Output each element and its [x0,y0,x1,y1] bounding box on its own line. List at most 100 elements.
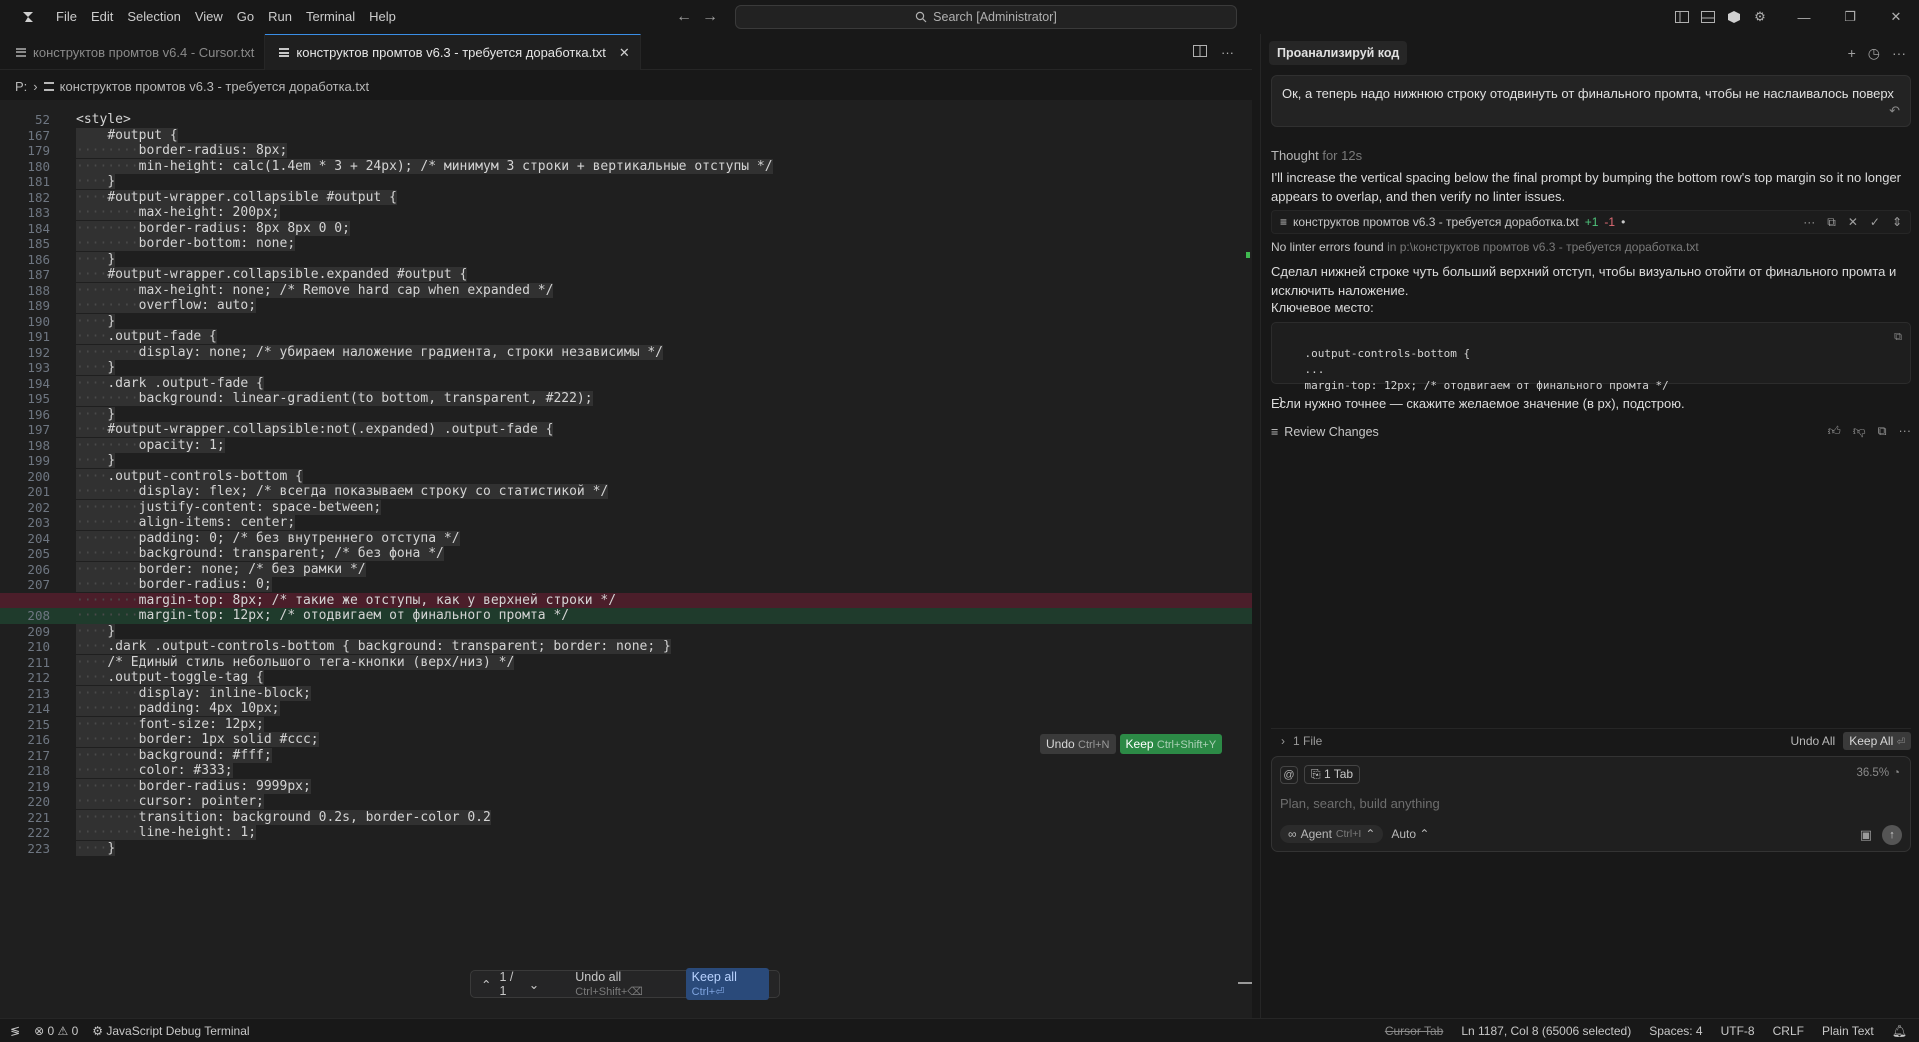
code-line[interactable]: 52 <style> [0,112,1252,128]
added-code-line[interactable]: 208 ········margin-top: 12px; /* отодвига… [0,608,1252,624]
code-line[interactable]: 192 ········display: none; /* убираем нал… [0,344,1252,361]
add-context-at-icon[interactable]: @ [1280,765,1298,784]
code-line[interactable]: 209 ····} [0,623,1252,640]
more-icon[interactable]: ··· [1899,424,1912,439]
code-line[interactable]: 214 ········padding: 4px 10px; [0,701,1252,717]
toggle-primary-sidebar-icon[interactable] [1669,0,1695,34]
code-line[interactable]: 213 ········display: inline-block; [0,685,1252,702]
review-changes-button[interactable]: Review Changes [1284,425,1379,439]
code-line[interactable]: 181 ····} [0,174,1252,190]
copy-icon[interactable]: ⧉ [1878,424,1887,439]
chevron-right-icon[interactable]: › [1281,734,1285,748]
files-count[interactable]: 1 File [1293,734,1322,748]
image-attach-icon[interactable]: ▣ [1860,827,1872,843]
settings-gear-icon[interactable]: ⚙ [1747,0,1773,34]
keep-all-button[interactable]: Keep all Ctrl+⏎ [685,968,769,1000]
thumbs-down-icon[interactable]: 👎︎ [1853,424,1866,439]
undo-all-files-button[interactable]: Undo All [1791,734,1836,748]
send-button[interactable]: ↑ [1882,825,1902,845]
chevron-up-icon[interactable]: ⌃ [481,977,491,992]
code-line[interactable]: 182 ····#output-wrapper.collapsible #outp… [0,189,1252,206]
close-tab-icon[interactable]: ✕ [619,45,630,61]
undo-all-button[interactable]: Undo all Ctrl+Shift+⌫ [575,970,677,998]
more-actions-icon[interactable]: ··· [1892,45,1906,61]
encoding[interactable]: UTF-8 [1721,1024,1755,1038]
menu-edit[interactable]: Edit [84,0,120,34]
code-line[interactable]: 211 ····/* Единый стиль небольшого тега-к… [0,654,1252,671]
code-line[interactable]: 183 ········max-height: 200px; [0,205,1252,221]
reject-icon[interactable]: ✕ [1848,215,1858,230]
code-line[interactable]: 187 ····#output-wrapper.collapsible.expan… [0,267,1252,283]
code-line[interactable]: 167 #output { [0,127,1252,144]
remote-icon[interactable]: ≶ [10,1024,20,1038]
menu-file[interactable]: File [49,0,84,34]
back-arrow-icon[interactable]: ← [676,8,692,26]
thumbs-up-icon[interactable]: 👍︎ [1828,424,1841,439]
toggle-panel-icon[interactable] [1695,0,1721,34]
debug-terminal[interactable]: ⚙ JavaScript Debug Terminal [92,1024,249,1038]
line-endings[interactable]: CRLF [1773,1024,1804,1038]
history-icon[interactable]: ◷ [1868,45,1880,62]
code-line[interactable]: 189 ········overflow: auto; [0,298,1252,314]
user-message[interactable]: Ок, а теперь надо нижнюю строку отодвину… [1271,75,1911,127]
new-chat-icon[interactable]: + [1848,45,1856,61]
language-mode[interactable]: Plain Text [1822,1024,1874,1038]
code-line[interactable]: 220 ········cursor: pointer; [0,794,1252,810]
indentation[interactable]: Spaces: 4 [1649,1024,1702,1038]
code-line[interactable]: 206 ········border: none; /* без рамки */ [0,561,1252,578]
code-line[interactable]: 201 ········display: flex; /* всегда пока… [0,484,1252,500]
code-line[interactable]: 180 ········min-height: calc(1.4em * 3 + … [0,158,1252,175]
keep-all-files-button[interactable]: Keep All ⏎ [1843,731,1911,750]
code-line[interactable]: 193 ····} [0,360,1252,376]
code-line[interactable]: 184 ········border-radius: 8px 8px 0 0; [0,220,1252,237]
breadcrumb-drive[interactable]: P: [15,79,27,94]
code-line[interactable]: 191 ····.output-fade { [0,329,1252,345]
notifications-bell-icon[interactable]: 🔔︎ [1892,1024,1907,1038]
close-window-button[interactable]: ✕ [1873,0,1919,34]
copy-code-icon[interactable]: ⧉ [1894,329,1902,345]
code-line[interactable]: 199 ····} [0,453,1252,469]
cursor-position[interactable]: Ln 1187, Col 8 (65006 selected) [1461,1024,1631,1038]
code-line[interactable]: 188 ········max-height: none; /* Remove h… [0,282,1252,299]
tab-file-v6-4[interactable]: конструктов промтов v6.4 - Cursor.txt [0,34,266,70]
context-tab-chip[interactable]: ⎘ 1 Tab [1304,765,1361,784]
copy-icon[interactable]: ⧉ [1827,215,1836,230]
code-line[interactable]: 186 ····} [0,251,1252,268]
minimize-button[interactable]: — [1781,0,1827,34]
menu-go[interactable]: Go [230,0,261,34]
code-line[interactable]: 190 ····} [0,313,1252,330]
code-line[interactable]: 218 ········color: #333; [0,763,1252,779]
code-line[interactable]: 197 ····#output-wrapper.collapsible:not(.… [0,422,1252,438]
restore-button[interactable]: ❐ [1827,0,1873,34]
code-line[interactable]: 179 ········border-radius: 8px; [0,143,1252,159]
split-editor-icon[interactable] [1193,44,1207,60]
chat-input[interactable] [1280,793,1880,813]
menu-selection[interactable]: Selection [120,0,187,34]
menu-run[interactable]: Run [261,0,299,34]
code-line[interactable]: 219 ········border-radius: 9999px; [0,778,1252,795]
code-line[interactable]: 221 ········transition: background 0.2s, … [0,809,1252,826]
chevron-down-icon[interactable]: ⌄ [529,977,539,992]
thought-indicator[interactable]: Thought for 12s [1271,146,1911,165]
code-line[interactable]: 196 ····} [0,406,1252,423]
code-line[interactable]: 185 ········border-bottom: none; [0,236,1252,252]
code-line[interactable]: 195 ········background: linear-gradient(t… [0,391,1252,407]
code-line[interactable]: 215 ········font-size: 12px; [0,716,1252,733]
code-line[interactable]: 210 ····.dark .output-controls-bottom { b… [0,639,1252,655]
breadcrumb-file[interactable]: конструктов промтов v6.3 - требуется дор… [60,79,370,94]
undo-change-button[interactable]: Undo Ctrl+N [1040,734,1116,754]
code-line[interactable]: 207 ········border-radius: 0; [0,577,1252,593]
code-line[interactable]: 200 ····.output-controls-bottom { [0,468,1252,485]
more-actions-icon[interactable]: ··· [1221,45,1234,60]
code-editor[interactable]: 52 <style> 167 #output {179 ········border-… [0,100,1252,1018]
problems-indicator[interactable]: ⊗ 0 ⚠ 0 [34,1024,78,1038]
model-selector[interactable]: Auto ⌃ [1391,827,1429,841]
code-line[interactable]: 212 ····.output-toggle-tag { [0,670,1252,686]
code-line[interactable]: 198 ········opacity: 1; [0,437,1252,454]
menu-help[interactable]: Help [362,0,403,34]
code-line[interactable]: 204 ········padding: 0; /* без внутреннег… [0,530,1252,547]
keep-change-button[interactable]: Keep Ctrl+Shift+Y [1119,734,1223,754]
code-line[interactable]: 203 ········align-items: center; [0,515,1252,531]
more-icon[interactable]: ··· [1803,215,1815,230]
menu-view[interactable]: View [188,0,230,34]
